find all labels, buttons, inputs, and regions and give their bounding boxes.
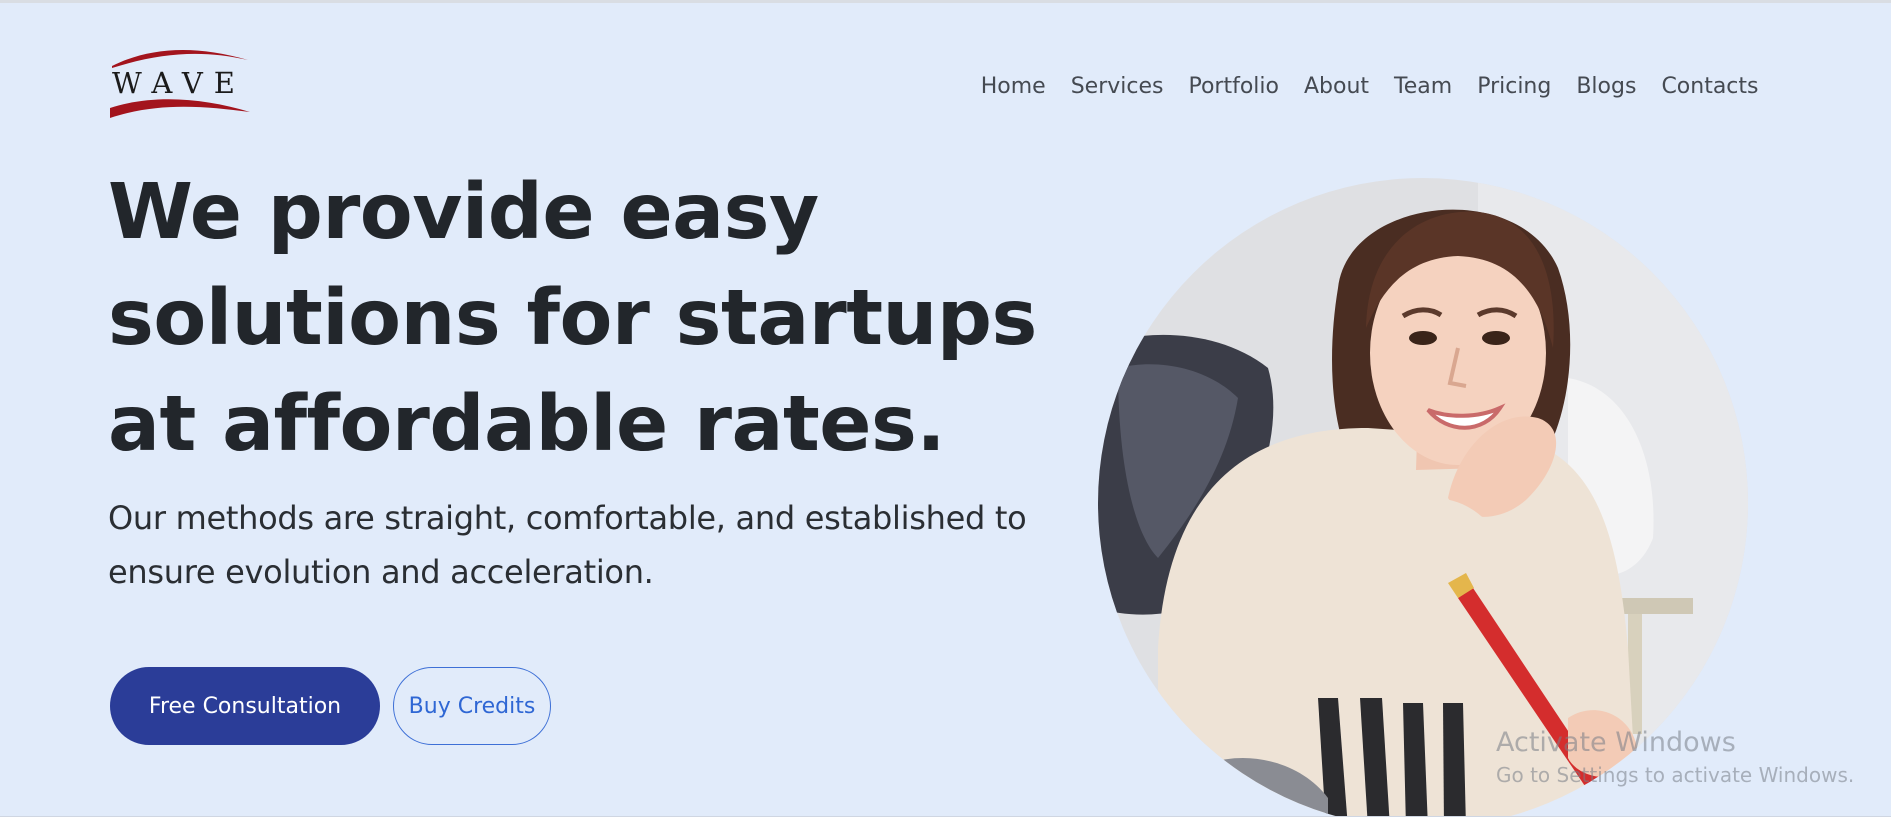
- watermark-subtitle: Go to Settings to activate Windows.: [1496, 763, 1855, 787]
- top-border: [0, 0, 1891, 3]
- landing-page: WAVE Home Services Portfolio About Team …: [0, 0, 1891, 817]
- nav-contacts[interactable]: Contacts: [1649, 70, 1771, 104]
- activate-windows-watermark: Activate Windows Go to Settings to activ…: [1496, 726, 1854, 790]
- buy-credits-button[interactable]: Buy Credits: [393, 667, 551, 745]
- nav-services[interactable]: Services: [1058, 70, 1176, 104]
- brand-logo[interactable]: WAVE: [108, 46, 250, 122]
- nav-portfolio[interactable]: Portfolio: [1176, 70, 1292, 104]
- nav-blogs[interactable]: Blogs: [1564, 70, 1649, 104]
- hero-subtext: Our methods are straight, comfortable, a…: [108, 499, 1027, 591]
- woman-portrait-icon: [1098, 178, 1748, 817]
- nav-home[interactable]: Home: [968, 70, 1058, 104]
- hero-portrait-image: [1098, 178, 1748, 817]
- nav-team[interactable]: Team: [1382, 70, 1465, 104]
- nav-pricing[interactable]: Pricing: [1465, 70, 1564, 104]
- hero-headline: We provide easy solutions for startups a…: [108, 168, 1037, 469]
- watermark-title: Activate Windows: [1496, 727, 1736, 758]
- logo-text: WAVE: [112, 66, 246, 100]
- main-nav: Home Services Portfolio About Team Prici…: [968, 70, 1771, 104]
- free-consultation-button[interactable]: Free Consultation: [110, 667, 380, 745]
- nav-about[interactable]: About: [1291, 70, 1381, 104]
